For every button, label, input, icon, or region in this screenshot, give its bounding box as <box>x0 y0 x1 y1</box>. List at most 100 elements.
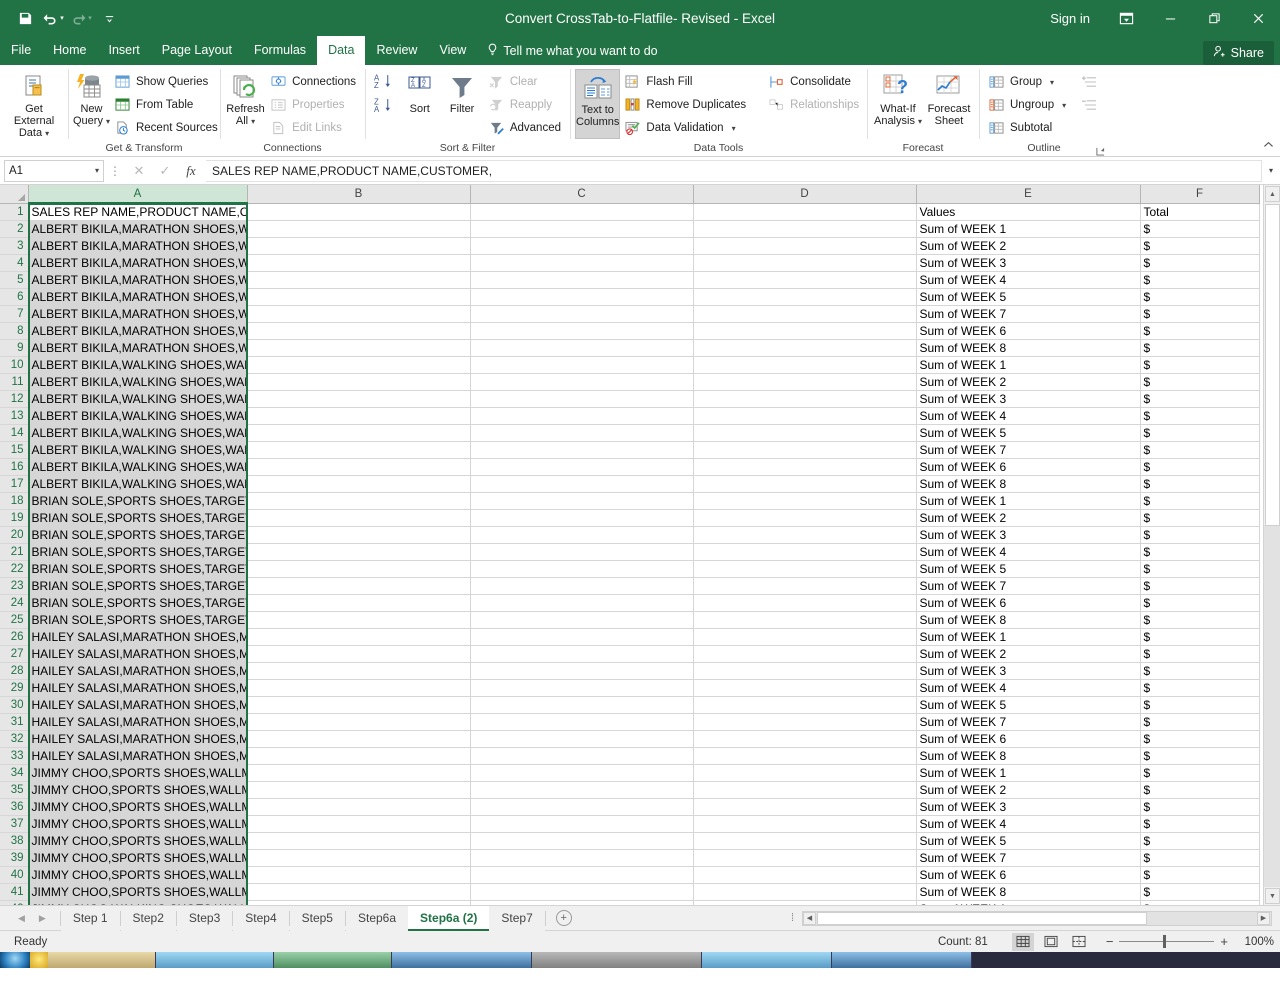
cell-D29[interactable] <box>693 679 917 697</box>
cell-A21[interactable]: BRIAN SOLE,SPORTS SHOES,TARGET, <box>28 543 248 561</box>
table-row[interactable]: 25 BRIAN SOLE,SPORTS SHOES,TARGET, Sum of … <box>0 611 1260 629</box>
cell-F33[interactable]: $ <box>1140 747 1260 765</box>
cell-F31[interactable]: $ <box>1140 713 1260 731</box>
table-row[interactable]: 40JIMMY CHOO,SPORTS SHOES,WALLMART, Sum o… <box>0 866 1260 884</box>
cell-F18[interactable]: $ <box>1140 492 1260 510</box>
cell-F13[interactable]: $ <box>1140 407 1260 425</box>
cell-C29[interactable] <box>470 679 694 697</box>
advanced-filter-button[interactable]: Advanced <box>484 117 565 139</box>
cell-D27[interactable] <box>693 645 917 663</box>
cell-A15[interactable]: ALBERT BIKILA,WALKING SHOES,WALLMART, <box>28 441 248 459</box>
cell-F9[interactable]: $ <box>1140 339 1260 357</box>
start-button-icon[interactable] <box>0 952 30 968</box>
cell-D28[interactable] <box>693 662 917 680</box>
taskbar-item-browser[interactable] <box>156 952 274 968</box>
cell-B39[interactable] <box>247 849 471 867</box>
cell-E42[interactable]: Sum of WEEK 1 <box>916 900 1141 905</box>
cell-C10[interactable] <box>470 356 694 374</box>
cell-D9[interactable] <box>693 339 917 357</box>
table-row[interactable]: 22 BRIAN SOLE,SPORTS SHOES,TARGET, Sum of … <box>0 560 1260 578</box>
row-header-11[interactable]: 11 <box>0 373 29 391</box>
cell-A35[interactable]: JIMMY CHOO,SPORTS SHOES,WALLMART, <box>28 781 248 799</box>
cell-A28[interactable]: HAILEY SALASI,MARATHON SHOES,MACY'S, <box>28 662 248 680</box>
restore-button[interactable] <box>1192 0 1236 36</box>
cell-A12[interactable]: ALBERT BIKILA,WALKING SHOES,WALLMART, <box>28 390 248 408</box>
row-header-20[interactable]: 20 <box>0 526 29 544</box>
table-row[interactable]: 9ALBERT BIKILA,MARATHON SHOES,WALLMART, S… <box>0 339 1260 357</box>
cell-C4[interactable] <box>470 254 694 272</box>
cell-A39[interactable]: JIMMY CHOO,SPORTS SHOES,WALLMART, <box>28 849 248 867</box>
cell-B24[interactable] <box>247 594 471 612</box>
cell-E17[interactable]: Sum of WEEK 8 <box>916 475 1141 493</box>
row-header-34[interactable]: 34 <box>0 764 29 782</box>
refresh-all-button[interactable]: Refresh All ▾ <box>225 69 266 128</box>
cell-C16[interactable] <box>470 458 694 476</box>
table-row[interactable]: 19 BRIAN SOLE,SPORTS SHOES,TARGET, Sum of … <box>0 509 1260 527</box>
row-header-37[interactable]: 37 <box>0 815 29 833</box>
cell-A8[interactable]: ALBERT BIKILA,MARATHON SHOES,WALLMART, <box>28 322 248 340</box>
cell-B5[interactable] <box>247 271 471 289</box>
sort-descending-icon[interactable]: ZA <box>374 97 396 117</box>
cell-C21[interactable] <box>470 543 694 561</box>
cell-A31[interactable]: HAILEY SALASI,MARATHON SHOES,MACY'S, <box>28 713 248 731</box>
cell-C27[interactable] <box>470 645 694 663</box>
table-row[interactable]: 3ALBERT BIKILA,MARATHON SHOES,WALLMART, S… <box>0 237 1260 255</box>
cell-B22[interactable] <box>247 560 471 578</box>
cell-B8[interactable] <box>247 322 471 340</box>
cell-E36[interactable]: Sum of WEEK 3 <box>916 798 1141 816</box>
table-row[interactable]: 11ALBERT BIKILA,WALKING SHOES,WALLMART, S… <box>0 373 1260 391</box>
cell-B7[interactable] <box>247 305 471 323</box>
tab-file[interactable]: File <box>0 36 42 65</box>
cell-B32[interactable] <box>247 730 471 748</box>
row-header-26[interactable]: 26 <box>0 628 29 646</box>
cell-A13[interactable]: ALBERT BIKILA,WALKING SHOES,WALLMART, <box>28 407 248 425</box>
cell-A29[interactable]: HAILEY SALASI,MARATHON SHOES,MACY'S, <box>28 679 248 697</box>
row-header-18[interactable]: 18 <box>0 492 29 510</box>
cell-D26[interactable] <box>693 628 917 646</box>
cell-E30[interactable]: Sum of WEEK 5 <box>916 696 1141 714</box>
sheet-tab-step6a-2[interactable]: Step6a (2) <box>408 905 490 931</box>
cell-A11[interactable]: ALBERT BIKILA,WALKING SHOES,WALLMART, <box>28 373 248 391</box>
cell-C20[interactable] <box>470 526 694 544</box>
from-table-button[interactable]: From Table <box>110 94 222 116</box>
cell-E18[interactable]: Sum of WEEK 1 <box>916 492 1141 510</box>
zoom-in-button[interactable]: + <box>1220 934 1228 949</box>
cell-B1[interactable] <box>247 203 471 221</box>
row-header-40[interactable]: 40 <box>0 866 29 884</box>
cell-E29[interactable]: Sum of WEEK 4 <box>916 679 1141 697</box>
scroll-right-arrow-icon[interactable]: ▶ <box>1257 911 1270 925</box>
cell-F14[interactable]: $ <box>1140 424 1260 442</box>
row-header-2[interactable]: 2 <box>0 220 29 238</box>
chevron-down-icon[interactable]: ▾ <box>1050 78 1054 87</box>
what-if-analysis-button[interactable]: ? What-If Analysis ▾ <box>872 69 924 128</box>
cell-D18[interactable] <box>693 492 917 510</box>
cell-F41[interactable]: $ <box>1140 883 1260 901</box>
sort-ascending-icon[interactable]: AZ <box>374 73 396 93</box>
table-row[interactable]: 21 BRIAN SOLE,SPORTS SHOES,TARGET, Sum of … <box>0 543 1260 561</box>
cell-A41[interactable]: JIMMY CHOO,SPORTS SHOES,WALLMART, <box>28 883 248 901</box>
table-row[interactable]: 35JIMMY CHOO,SPORTS SHOES,WALLMART, Sum o… <box>0 781 1260 799</box>
cell-E23[interactable]: Sum of WEEK 7 <box>916 577 1141 595</box>
table-row[interactable]: 14ALBERT BIKILA,WALKING SHOES,WALLMART, S… <box>0 424 1260 442</box>
cell-E15[interactable]: Sum of WEEK 7 <box>916 441 1141 459</box>
cell-F16[interactable]: $ <box>1140 458 1260 476</box>
cell-C22[interactable] <box>470 560 694 578</box>
cell-C31[interactable] <box>470 713 694 731</box>
table-row[interactable]: 6ALBERT BIKILA,MARATHON SHOES,WALLMART, S… <box>0 288 1260 306</box>
cell-A40[interactable]: JIMMY CHOO,SPORTS SHOES,WALLMART, <box>28 866 248 884</box>
table-row[interactable]: 20 BRIAN SOLE,SPORTS SHOES,TARGET, Sum of … <box>0 526 1260 544</box>
table-row[interactable]: 16ALBERT BIKILA,WALKING SHOES,WALLMART, S… <box>0 458 1260 476</box>
column-header-d[interactable]: D <box>693 185 917 204</box>
table-row[interactable]: 13ALBERT BIKILA,WALKING SHOES,WALLMART, S… <box>0 407 1260 425</box>
text-to-columns-button[interactable]: Text to Columns <box>575 69 621 139</box>
table-row[interactable]: 23 BRIAN SOLE,SPORTS SHOES,TARGET, Sum of … <box>0 577 1260 595</box>
cell-E8[interactable]: Sum of WEEK 6 <box>916 322 1141 340</box>
cell-B34[interactable] <box>247 764 471 782</box>
name-box[interactable]: A1 ▾ <box>4 159 104 182</box>
cell-D12[interactable] <box>693 390 917 408</box>
cell-E37[interactable]: Sum of WEEK 4 <box>916 815 1141 833</box>
row-header-38[interactable]: 38 <box>0 832 29 850</box>
cell-A6[interactable]: ALBERT BIKILA,MARATHON SHOES,WALLMART, <box>28 288 248 306</box>
table-row[interactable]: 34JIMMY CHOO,SPORTS SHOES,WALLMART, Sum o… <box>0 764 1260 782</box>
undo-icon[interactable]: ▾ <box>40 5 66 31</box>
